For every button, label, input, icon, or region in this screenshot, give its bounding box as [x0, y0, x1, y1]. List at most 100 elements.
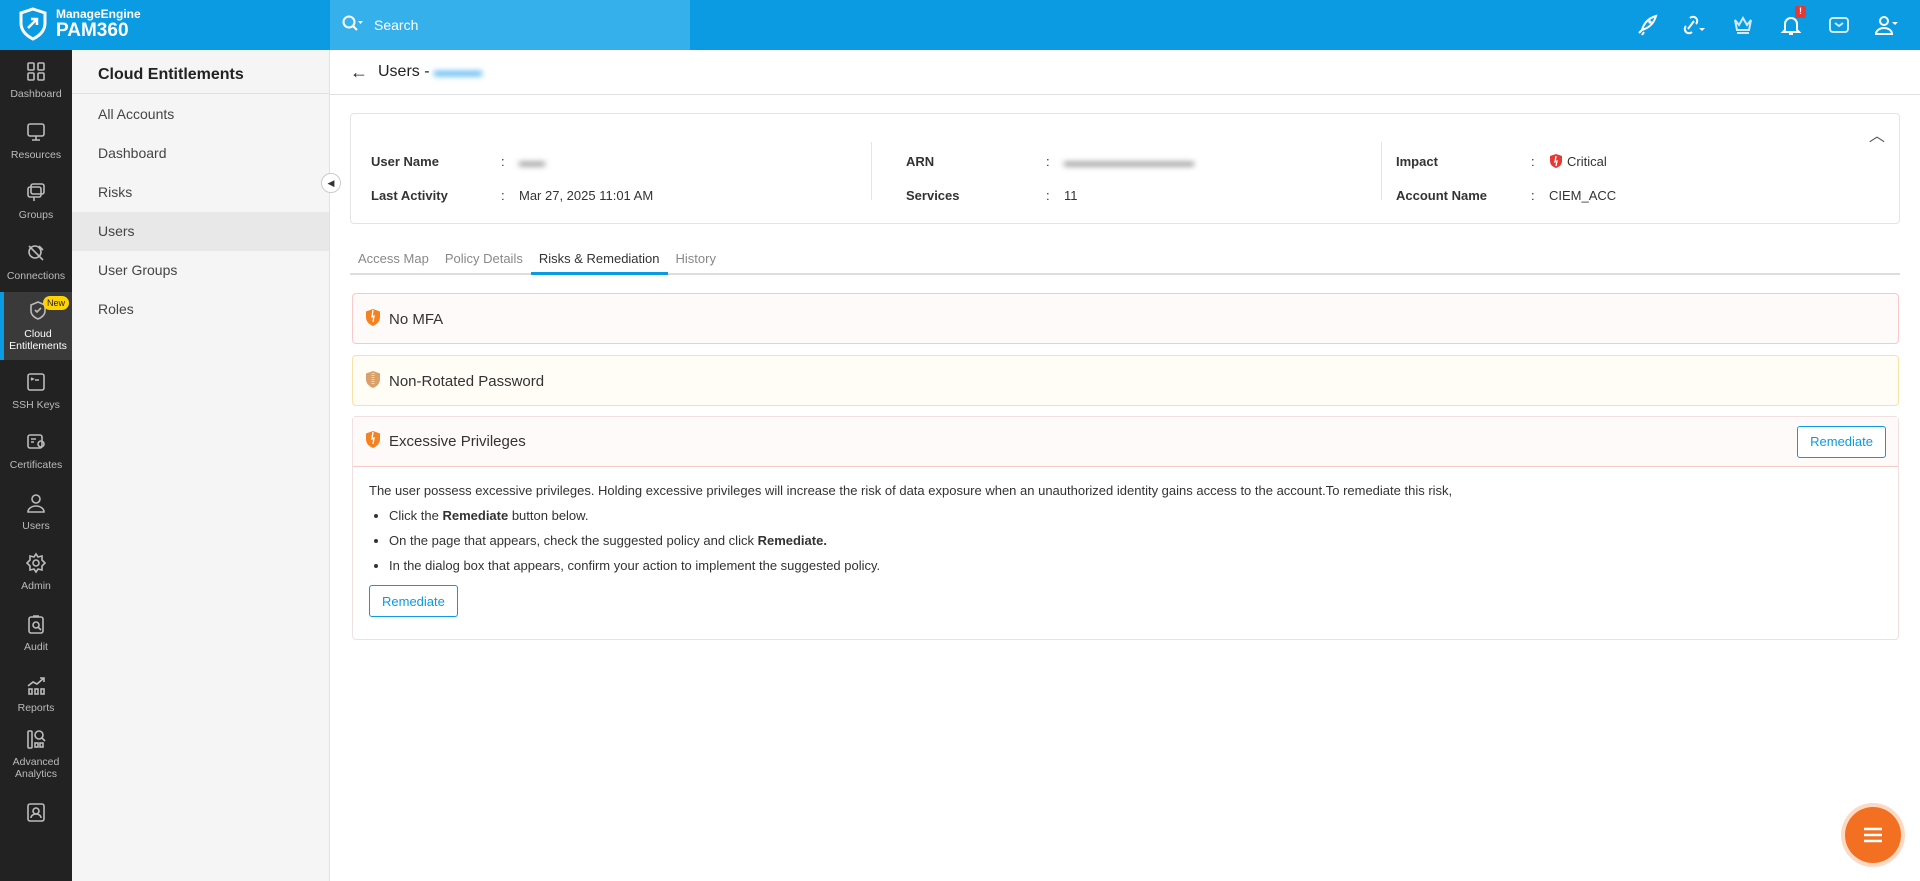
logo[interactable]: ManageEngine PAM360: [18, 7, 141, 41]
risk-description: The user possess excessive privileges. H…: [369, 483, 1453, 498]
rocket-icon[interactable]: [1634, 12, 1660, 38]
top-bar: ManageEnginePAM360 !: [0, 0, 1920, 50]
profile-card-icon: [25, 801, 47, 829]
rail-item-profile[interactable]: [0, 785, 72, 846]
rail-item-label: Audit: [24, 641, 48, 654]
last-activity-value: Mar 27, 2025 11:01 AM: [519, 187, 654, 203]
rail-item-groups[interactable]: Groups: [0, 171, 72, 232]
rail-item-audit[interactable]: Audit: [0, 603, 72, 664]
rail-item-users[interactable]: Users: [0, 482, 72, 543]
rail-item-reports[interactable]: Reports: [0, 663, 72, 724]
rail-item-label: Cloud Entitlements: [9, 328, 67, 353]
step-text: Click the: [389, 508, 443, 523]
rail-item-label: Connections: [6, 270, 66, 283]
secondary-sidebar: Cloud Entitlements All Accounts Dashboard…: [72, 50, 330, 881]
arn-value-redacted: ▬▬▬▬▬▬▬▬▬▬: [1064, 153, 1194, 169]
tab-access-map[interactable]: Access Map: [350, 248, 437, 273]
rail-item-label: Certificates: [9, 459, 63, 472]
risk-shield-icon: [365, 308, 381, 331]
tab-history[interactable]: History: [668, 248, 724, 273]
page-title: Users -: [378, 63, 434, 80]
services-value: 11: [1064, 187, 1078, 203]
step-bold: Remediate: [442, 508, 509, 523]
rail-item-resources[interactable]: Resources: [0, 111, 72, 172]
rail-item-label: Groups: [18, 209, 54, 222]
impact-value: Critical: [1567, 153, 1607, 169]
collapse-sidebar-button[interactable]: ◀: [321, 173, 341, 193]
notification-badge: !: [1795, 6, 1806, 18]
divider: [871, 142, 872, 200]
user-menu-icon[interactable]: [1874, 12, 1900, 38]
ssh-key-icon: [25, 371, 47, 399]
reports-icon: [25, 674, 47, 702]
colon: :: [1531, 187, 1535, 203]
link-icon[interactable]: [1682, 12, 1708, 38]
remediate-button-header[interactable]: Remediate: [1797, 425, 1886, 458]
rail-item-ssh-keys[interactable]: SSH Keys: [0, 360, 72, 421]
sidebar-item-user-groups[interactable]: User Groups: [72, 251, 329, 290]
step-text: On the page that appears, check the sugg…: [389, 533, 758, 548]
rail-item-advanced-analytics[interactable]: Advanced Analytics: [0, 724, 72, 785]
risk-shield-icon: [365, 370, 381, 393]
user-details-card: ︿ User Name: ▬▬ Last Activity: Mar 27, 202…: [350, 113, 1900, 224]
connections-icon: [25, 242, 47, 270]
risk-title: No MFA: [389, 310, 444, 328]
user-name-value-redacted: ▬▬: [519, 153, 545, 169]
crown-icon[interactable]: [1730, 12, 1756, 38]
tab-risks-remediation[interactable]: Risks & Remediation: [530, 248, 668, 275]
risk-no-mfa[interactable]: No MFA: [352, 293, 1899, 344]
tab-policy-details[interactable]: Policy Details: [437, 248, 531, 273]
sidebar-item-risks[interactable]: Risks: [72, 173, 329, 212]
sidebar-item-users[interactable]: Users: [72, 212, 329, 251]
critical-shield-icon: [1550, 154, 1562, 168]
remediation-steps: Click the Remediate button below. On the …: [369, 508, 1882, 573]
risk-shield-icon: [365, 430, 381, 453]
rail-item-label: Advanced Analytics: [12, 756, 60, 781]
step-text: button below.: [508, 508, 589, 523]
account-name-value: CIEM_ACC: [1549, 187, 1617, 203]
sidebar-item-all-accounts[interactable]: All Accounts: [72, 95, 329, 134]
sidebar-item-roles[interactable]: Roles: [72, 290, 329, 329]
audit-icon: [25, 613, 47, 641]
main-nav-rail: Dashboard Resources Groups Connections Cloud…: [0, 50, 72, 881]
impact-label: Impact: [1396, 153, 1438, 169]
remediation-step: On the page that appears, check the sugg…: [389, 533, 1882, 548]
rail-item-admin[interactable]: Admin: [0, 542, 72, 603]
bell-icon[interactable]: !: [1778, 6, 1806, 38]
rail-item-certificates[interactable]: Certificates: [0, 421, 72, 482]
rail-item-cloud-entitlements[interactable]: Cloud Entitlements New: [0, 292, 72, 361]
rail-item-dashboard[interactable]: Dashboard: [0, 50, 72, 111]
search-input[interactable]: [374, 17, 674, 33]
hamburger-icon: [1864, 827, 1882, 843]
sidebar-item-dashboard[interactable]: Dashboard: [72, 134, 329, 173]
product-name: PAM360: [56, 20, 129, 41]
rail-item-label: SSH Keys: [12, 398, 60, 411]
groups-icon: [25, 181, 47, 209]
remediate-button[interactable]: Remediate: [369, 585, 458, 617]
risk-non-rotated-password[interactable]: Non-Rotated Password: [352, 355, 1899, 406]
user-name-redacted: ▬▬▬: [434, 63, 482, 80]
collapse-card-chevron-icon[interactable]: ︿: [1869, 122, 1885, 146]
search-bar[interactable]: [330, 0, 690, 50]
quick-actions-menu-button[interactable]: [1845, 807, 1901, 863]
rail-item-connections[interactable]: Connections: [0, 232, 72, 293]
account-name-label: Account Name: [1396, 187, 1488, 203]
risk-header[interactable]: Excessive Privileges: [365, 430, 526, 453]
remediation-step: Click the Remediate button below.: [389, 508, 1882, 523]
colon: :: [1531, 153, 1535, 169]
user-name-label: User Name: [371, 153, 439, 169]
remediation-step: In the dialog box that appears, confirm …: [389, 558, 1882, 573]
pam360-shield-icon: [19, 7, 47, 41]
risk-title: Non-Rotated Password: [389, 372, 545, 390]
rail-item-label: Admin: [21, 580, 51, 593]
back-arrow-icon[interactable]: ←: [350, 62, 368, 83]
search-icon[interactable]: [342, 15, 364, 36]
analytics-icon: [25, 728, 47, 756]
mail-icon[interactable]: [1826, 12, 1852, 38]
divider: [1381, 142, 1382, 200]
step-bold: Remediate.: [757, 533, 827, 548]
gear-icon: [25, 552, 47, 580]
detail-tabs: Access Map Policy Details Risks & Remediat…: [350, 248, 1900, 275]
rail-item-label: Dashboard: [10, 88, 62, 101]
colon: :: [501, 153, 505, 169]
